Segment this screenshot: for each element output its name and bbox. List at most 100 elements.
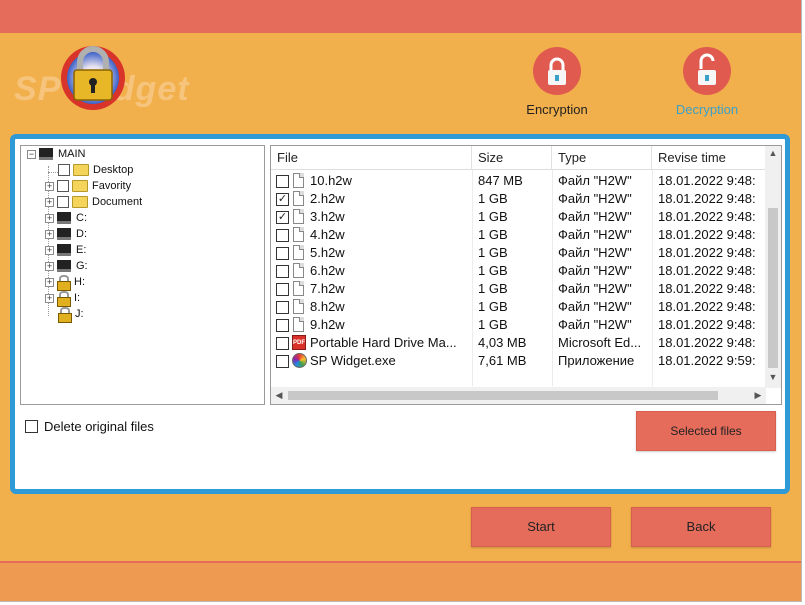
delete-original-checkbox[interactable] [25,420,38,433]
document-file-icon [293,299,304,314]
checkbox[interactable] [57,196,69,208]
expand-icon[interactable]: + [45,293,54,303]
file-checkbox[interactable] [276,337,289,350]
file-checkbox[interactable] [276,247,289,260]
file-type: Microsoft Ed... [558,335,642,350]
file-row[interactable]: 7.h2w 1 GB Файл "H2W" 18.01.2022 9:48: [271,280,766,298]
locked-drive-icon [58,307,72,323]
file-list-header: File Size Type Revise time [271,146,766,170]
file-row[interactable]: ✓ 3.h2w 1 GB Файл "H2W" 18.01.2022 9:48: [271,208,766,226]
file-row[interactable]: ✓ 2.h2w 1 GB Файл "H2W" 18.01.2022 9:48: [271,190,766,208]
folder-tree[interactable]: − MAIN Desktop + Favority + Document + C… [20,145,265,405]
expand-icon[interactable]: + [45,277,54,287]
column-header-file[interactable]: File [271,146,472,170]
horizontal-scrollbar[interactable]: ◀ ▶ [271,387,766,404]
file-row[interactable]: 9.h2w 1 GB Файл "H2W" 18.01.2022 9:48: [271,316,766,334]
file-name: 4.h2w [310,227,345,242]
expand-icon[interactable]: + [45,181,54,191]
tree-item-drive-d[interactable]: + D: [45,226,87,242]
scroll-down-icon[interactable]: ▼ [765,372,781,382]
expand-icon[interactable]: + [45,229,54,239]
back-button[interactable]: Back [631,507,771,547]
expand-icon[interactable]: + [45,245,54,255]
encryption-mode-button[interactable]: Encryption [502,47,612,127]
tree-item-desktop[interactable]: Desktop [58,162,133,178]
file-row[interactable]: PDF Portable Hard Drive Ma... 4,03 MB Micro… [271,334,766,352]
file-checkbox[interactable]: ✓ [276,193,289,206]
file-row[interactable]: 5.h2w 1 GB Файл "H2W" 18.01.2022 9:48: [271,244,766,262]
file-list[interactable]: File Size Type Revise time 10.h2w 847 MB Ф… [270,145,782,405]
app-logo: SP Widget [10,40,250,120]
file-revise-time: 18.01.2022 9:48: [658,209,756,224]
file-size: 1 GB [478,263,508,278]
file-type: Приложение [558,353,635,368]
document-file-icon [293,263,304,278]
app-file-icon [292,353,307,368]
file-revise-time: 18.01.2022 9:48: [658,227,756,242]
file-size: 1 GB [478,281,508,296]
file-checkbox[interactable] [276,229,289,242]
column-header-revise-time[interactable]: Revise time [652,146,766,170]
tree-item-drive-i[interactable]: + I: [45,290,80,307]
start-button[interactable]: Start [471,507,611,547]
file-row[interactable]: 8.h2w 1 GB Файл "H2W" 18.01.2022 9:48: [271,298,766,316]
file-name: 7.h2w [310,281,345,296]
main-panel: − MAIN Desktop + Favority + Document + C… [10,134,790,494]
document-file-icon [293,281,304,296]
tree-item-document[interactable]: + Document [45,194,142,210]
title-bar [0,0,801,33]
checkbox[interactable] [58,164,70,176]
expand-icon[interactable]: + [45,197,54,207]
file-revise-time: 18.01.2022 9:48: [658,191,756,206]
drive-icon [57,212,71,224]
lock-open-icon [683,47,731,95]
document-file-icon [293,173,304,188]
file-row[interactable]: 6.h2w 1 GB Файл "H2W" 18.01.2022 9:48: [271,262,766,280]
scroll-right-icon[interactable]: ▶ [750,390,766,401]
tree-item-drive-c[interactable]: + C: [45,210,87,226]
tree-item-drive-g[interactable]: + G: [45,258,88,274]
file-name: Portable Hard Drive Ma... [310,335,457,350]
file-type: Файл "H2W" [558,191,632,206]
file-name: 8.h2w [310,299,345,314]
delete-original-label: Delete original files [44,419,154,434]
expand-icon[interactable]: + [45,261,54,271]
file-name: 9.h2w [310,317,345,332]
file-size: 1 GB [478,245,508,260]
file-checkbox[interactable] [276,301,289,314]
tree-item-drive-e[interactable]: + E: [45,242,86,258]
scroll-up-icon[interactable]: ▲ [765,148,781,158]
file-type: Файл "H2W" [558,263,632,278]
file-checkbox[interactable] [276,175,289,188]
file-type: Файл "H2W" [558,317,632,332]
delete-original-option[interactable]: Delete original files [25,419,154,434]
file-row[interactable]: 4.h2w 1 GB Файл "H2W" 18.01.2022 9:48: [271,226,766,244]
scroll-left-icon[interactable]: ◀ [271,390,287,401]
expand-icon[interactable]: + [45,213,54,223]
vertical-scrollbar[interactable]: ▲ ▼ [765,146,781,388]
scroll-thumb[interactable] [768,208,778,368]
collapse-icon[interactable]: − [27,149,36,159]
column-header-type[interactable]: Type [552,146,652,170]
column-header-size[interactable]: Size [472,146,552,170]
tree-item-favority[interactable]: + Favority [45,178,131,194]
tree-root-label: MAIN [58,148,86,160]
tree-item-drive-j[interactable]: J: [58,306,84,323]
tree-item-drive-h[interactable]: + H: [45,274,85,291]
file-row[interactable]: SP Widget.exe 7,61 MB Приложение 18.01.2022… [271,352,766,370]
file-size: 1 GB [478,191,508,206]
bottom-bar [0,561,801,601]
decryption-mode-button[interactable]: Decryption [652,47,762,127]
file-row[interactable]: 10.h2w 847 MB Файл "H2W" 18.01.2022 9:48: [271,172,766,190]
tree-root[interactable]: − MAIN [27,146,86,162]
file-checkbox[interactable] [276,355,289,368]
selected-files-button[interactable]: Selected files [636,411,776,451]
document-file-icon [293,209,304,224]
file-checkbox[interactable]: ✓ [276,211,289,224]
file-checkbox[interactable] [276,319,289,332]
file-checkbox[interactable] [276,265,289,278]
lock-closed-icon [533,47,581,95]
file-checkbox[interactable] [276,283,289,296]
checkbox[interactable] [57,180,69,192]
scroll-thumb[interactable] [288,391,718,400]
